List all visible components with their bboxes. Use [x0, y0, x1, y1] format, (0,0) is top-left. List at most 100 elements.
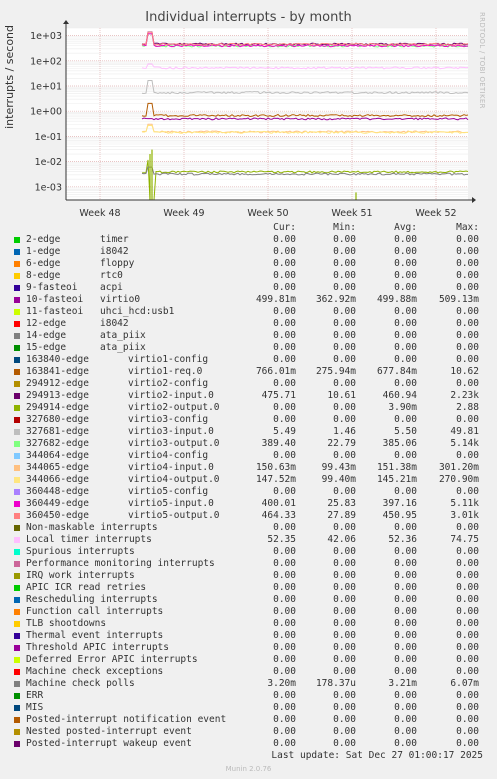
legend-device-name: virtio4-input.0: [128, 462, 214, 473]
legend-value-min: 27.89: [327, 510, 356, 521]
legend-swatch: [14, 501, 20, 507]
legend-swatch: [14, 345, 20, 351]
legend-value-avg: 385.06: [382, 438, 417, 449]
legend-row: Thermal event interrupts 0.00 0.00 0.00 0.00: [0, 630, 497, 642]
legend-value-min: 0.00: [333, 738, 356, 749]
legend-value-min: 0.00: [333, 270, 356, 281]
x-tick-label: Week 51: [331, 208, 372, 219]
legend-value-cur: 0.00: [273, 594, 296, 605]
legend-value-max: 0.00: [456, 594, 479, 605]
legend-value-cur: 0.00: [273, 558, 296, 569]
y-tick-label: 1e+00: [30, 107, 62, 118]
legend-value-avg: 0.00: [394, 558, 417, 569]
legend-value-cur: 0.00: [273, 546, 296, 557]
legend-value-min: 0.00: [333, 414, 356, 425]
legend-series-name: TLB shootdowns: [26, 618, 107, 629]
legend-value-cur: 0.00: [273, 414, 296, 425]
legend-series-name: Deferred Error APIC interrupts: [26, 654, 198, 665]
legend-value-min: 1.46: [333, 426, 356, 437]
legend-value-cur: 0.00: [273, 630, 296, 641]
legend-value-max: 0.00: [456, 318, 479, 329]
legend-swatch: [14, 333, 20, 339]
legend-value-max: 0.00: [456, 342, 479, 353]
legend-value-avg: 0.00: [394, 546, 417, 557]
legend-swatch: [14, 537, 20, 543]
legend-row: 12-edge i8042 0.00 0.00 0.00 0.00: [0, 318, 497, 330]
legend-value-cur: 0.00: [273, 654, 296, 665]
legend-value-cur: 766.01m: [255, 366, 296, 377]
legend-value-avg: 0.00: [394, 486, 417, 497]
legend-value-cur: 0.00: [273, 606, 296, 617]
legend-swatch: [14, 477, 20, 483]
legend-value-max: 0.00: [456, 330, 479, 341]
legend-value-max: 0.00: [456, 234, 479, 245]
legend-value-cur: 0.00: [273, 714, 296, 725]
legend-device-name: i8042: [100, 246, 129, 257]
legend-device-name: ata_piix: [100, 342, 146, 353]
col-avg: Avg:: [394, 222, 417, 233]
legend-value-cur: 389.40: [261, 438, 296, 449]
legend-series-name: 11-fasteoi: [26, 306, 84, 317]
legend-swatch: [14, 489, 20, 495]
legend-value-min: 0.00: [333, 306, 356, 317]
col-cur: Cur:: [273, 222, 296, 233]
legend-series-name: 6-edge: [26, 258, 61, 269]
legend-value-min: 275.94m: [315, 366, 356, 377]
legend-value-min: 0.00: [333, 714, 356, 725]
legend-series-name: 15-edge: [26, 342, 67, 353]
legend-value-max: 2.23k: [450, 390, 479, 401]
legend-swatch: [14, 549, 20, 555]
legend-value-cur: 0.00: [273, 342, 296, 353]
legend-device-name: virtio5-config: [128, 486, 209, 497]
legend-header: Cur: Min: Avg: Max:: [0, 222, 497, 234]
legend-swatch: [14, 273, 20, 279]
legend-row: Nested posted-interrupt event 0.00 0.00 0.0…: [0, 726, 497, 738]
legend-value-cur: 0.00: [273, 306, 296, 317]
legend-value-min: 0.00: [333, 690, 356, 701]
legend-value-min: 99.43m: [321, 462, 356, 473]
legend-value-max: 0.00: [456, 522, 479, 533]
legend-value-min: 0.00: [333, 726, 356, 737]
legend-device-name: virtio2-output.0: [128, 402, 220, 413]
legend-value-min: 0.00: [333, 666, 356, 677]
legend-value-max: 2.88: [456, 402, 479, 413]
legend-row: Posted-interrupt notification event 0.00 0…: [0, 714, 497, 726]
legend-swatch: [14, 693, 20, 699]
legend-value-min: 0.00: [333, 606, 356, 617]
legend-value-avg: 0.00: [394, 618, 417, 629]
legend-value-cur: 0.00: [273, 402, 296, 413]
legend-device-name: acpi: [100, 282, 123, 293]
legend-row: 294914-edge virtio2-output.0 0.00 0.00 3.90m…: [0, 402, 497, 414]
legend-device-name: virtio4-output.0: [128, 474, 220, 485]
legend-value-max: 0.00: [456, 666, 479, 677]
legend-value-cur: 0.00: [273, 234, 296, 245]
legend-value-avg: 0.00: [394, 630, 417, 641]
legend-value-cur: 147.52m: [255, 474, 296, 485]
legend-value-min: 0.00: [333, 570, 356, 581]
legend-row: 294912-edge virtio2-config 0.00 0.00 0.00 0.0…: [0, 378, 497, 390]
legend-value-avg: 151.38m: [376, 462, 417, 473]
legend-value-cur: 0.00: [273, 486, 296, 497]
legend-series-name: 294912-edge: [26, 378, 89, 389]
legend-value-min: 0.00: [333, 402, 356, 413]
legend-device-name: i8042: [100, 318, 129, 329]
legend-row: 8-edge rtc0 0.00 0.00 0.00 0.00: [0, 270, 497, 282]
legend-value-avg: 0.00: [394, 354, 417, 365]
legend-series-name: Posted-interrupt wakeup event: [26, 738, 192, 749]
legend-device-name: virtio1-req.0: [128, 366, 203, 377]
legend-value-avg: 0.00: [394, 702, 417, 713]
x-tick-label: Week 48: [79, 208, 120, 219]
legend-device-name: virtio3-output.0: [128, 438, 220, 449]
legend-device-name: virtio2-input.0: [128, 390, 214, 401]
legend-value-max: 0.00: [456, 258, 479, 269]
legend-value-max: 6.07m: [450, 678, 479, 689]
legend-row: 360448-edge virtio5-config 0.00 0.00 0.00 0.0…: [0, 486, 497, 498]
x-axis-arrow: [472, 197, 476, 203]
legend-value-max: 0.00: [456, 306, 479, 317]
legend-row: APIC ICR read retries 0.00 0.00 0.00 0.00: [0, 582, 497, 594]
legend-series-name: Rescheduling interrupts: [26, 594, 158, 605]
legend-value-min: 0.00: [333, 558, 356, 569]
legend-row: Performance monitoring interrupts 0.00 0.0…: [0, 558, 497, 570]
y-tick-label: 1e-03: [35, 182, 62, 193]
legend-value-cur: 0.00: [273, 738, 296, 749]
